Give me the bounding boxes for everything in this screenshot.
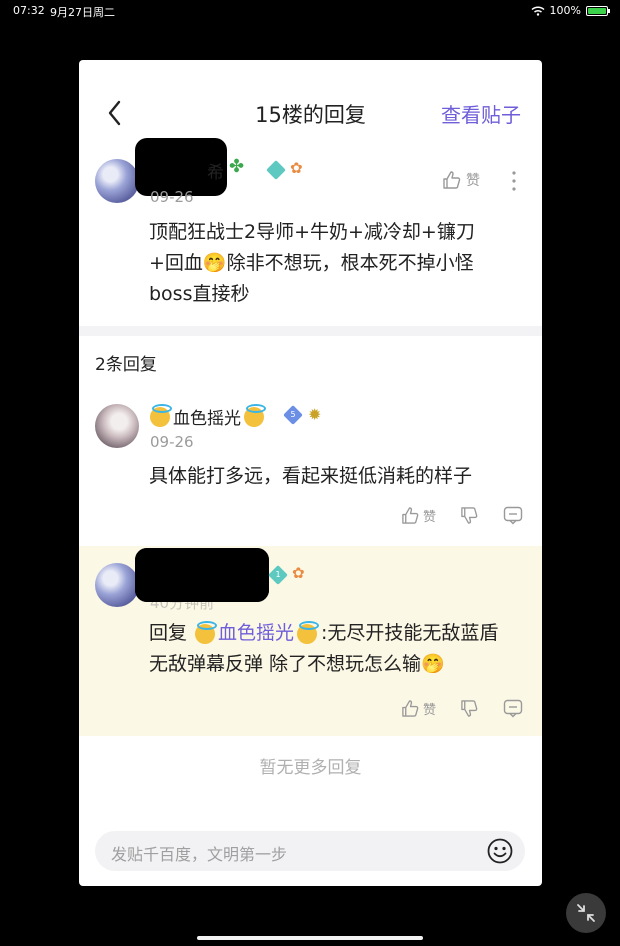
gamepad-badge-icon: ✿: [292, 564, 305, 582]
post-line: 顶配狂战士2导师+牛奶+减冷却+镰刀: [149, 221, 475, 243]
section-divider: [79, 326, 542, 336]
reply-input[interactable]: 发贴千百度，文明第一步: [95, 831, 525, 871]
thumbs-down-icon[interactable]: [460, 699, 479, 718]
reply-text: :无尽开技能无敌蓝盾: [321, 622, 499, 644]
home-indicator[interactable]: [197, 936, 423, 940]
clover-icon: ✤: [229, 156, 245, 177]
thumbs-up-icon: [402, 700, 419, 717]
reply-date: 09-26: [150, 433, 194, 451]
comment-icon[interactable]: [503, 699, 523, 718]
post-content: 顶配狂战士2导师+牛奶+减冷却+镰刀 +回血🤭除非不想玩，根本死不掉小怪 bos…: [149, 217, 529, 310]
no-more-replies: 暂无更多回复: [259, 758, 362, 778]
like-button[interactable]: 赞: [401, 506, 436, 525]
avatar[interactable]: [95, 404, 139, 448]
reply-prefix: 回复: [149, 622, 188, 644]
thumbs-up-icon: [443, 171, 461, 189]
redacted-username: [135, 548, 269, 602]
status-date: 9月27日周二: [50, 6, 115, 19]
wifi-icon: [531, 5, 545, 16]
level-badge-icon: 1: [268, 565, 288, 585]
gamepad-badge-icon: ✿: [290, 159, 303, 177]
level-badge-icon: [266, 160, 286, 180]
collapse-button[interactable]: [566, 893, 606, 933]
reply-content: 具体能打多远，看起来挺低消耗的样子: [149, 465, 473, 487]
reply-actions: 赞: [401, 506, 523, 525]
like-label: 赞: [423, 703, 437, 718]
battery-icon: [586, 5, 610, 16]
reply-input-placeholder: 发贴千百度，文明第一步: [111, 845, 288, 864]
like-label: 赞: [466, 173, 480, 189]
reply-panel: 15楼的回复 查看贴子 希 ✤ ✿ 09-26 赞 顶配狂战士2导师+牛奶+减冷…: [79, 60, 542, 886]
halo-emoji-icon: [297, 620, 320, 644]
username-suffix: 希: [207, 163, 224, 183]
reply-text: 无敌弹幕反弹 除了不想玩怎么输🤭: [149, 653, 445, 675]
sun-badge-icon: ✹: [308, 405, 322, 424]
reply-to-username[interactable]: 血色摇光: [218, 618, 294, 649]
reply-username[interactable]: 血色摇光: [150, 403, 266, 429]
reply-actions: 赞: [401, 699, 523, 718]
battery-percent: 100%: [549, 4, 581, 17]
status-bar: 07:32 9月27日周二 100%: [0, 0, 620, 20]
emoji-icon[interactable]: [486, 837, 514, 865]
thumbs-down-icon[interactable]: [460, 506, 479, 525]
halo-emoji-icon: [244, 403, 266, 427]
like-label: 赞: [423, 510, 437, 525]
replies-count: 2条回复: [95, 355, 157, 375]
halo-emoji-icon: [150, 403, 172, 427]
post-date: 09-26: [150, 188, 194, 206]
reply-content: 回复 血色摇光 :无尽开技能无敌蓝盾 无敌弹幕反弹 除了不想玩怎么输🤭: [149, 618, 534, 680]
view-post-link[interactable]: 查看贴子: [441, 99, 521, 128]
status-time: 07:32: [13, 4, 45, 17]
thumbs-up-icon: [402, 507, 419, 524]
like-button[interactable]: 赞: [442, 170, 480, 190]
collapse-arrows-icon: [577, 904, 595, 922]
avatar[interactable]: [95, 159, 139, 203]
avatar[interactable]: [95, 563, 139, 607]
post-line: +回血🤭除非不想玩，根本死不掉小怪: [149, 252, 474, 274]
level-badge-icon: 5: [283, 405, 303, 425]
reply-username-text: 血色摇光: [173, 409, 241, 429]
halo-emoji-icon: [195, 620, 218, 644]
like-button[interactable]: 赞: [401, 699, 436, 718]
more-options-icon[interactable]: [511, 170, 517, 192]
post-line: boss直接秒: [149, 283, 250, 305]
comment-icon[interactable]: [503, 506, 523, 525]
status-right: 100%: [531, 4, 610, 17]
